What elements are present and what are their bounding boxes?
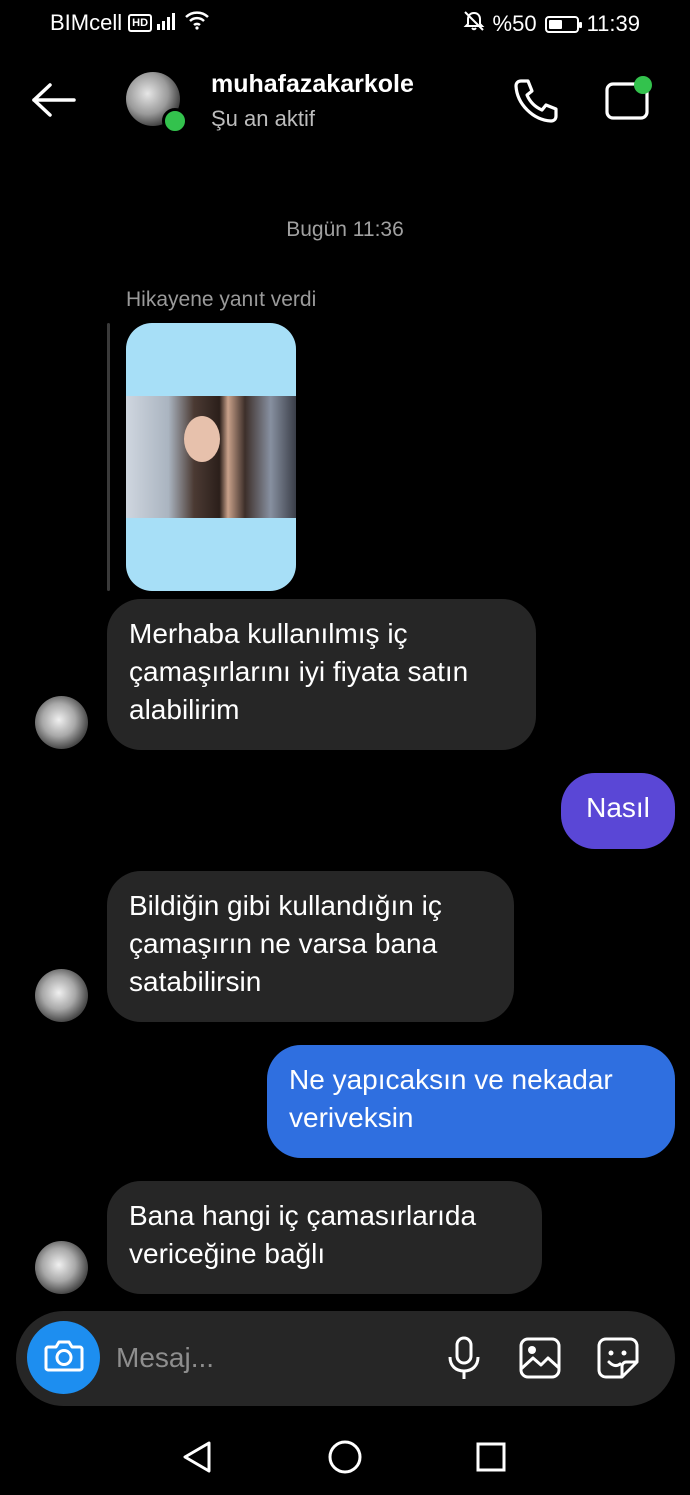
camera-icon bbox=[44, 1338, 84, 1377]
nav-home-icon[interactable] bbox=[320, 1432, 370, 1482]
wifi-icon bbox=[184, 10, 210, 36]
story-reply-caption: Hikayene yanıt verdi bbox=[126, 288, 317, 311]
back-arrow-icon[interactable] bbox=[30, 82, 78, 122]
hd-badge: HD bbox=[128, 14, 153, 32]
video-call-icon[interactable] bbox=[602, 75, 657, 123]
nav-back-icon[interactable] bbox=[172, 1432, 222, 1482]
phone-icon[interactable] bbox=[512, 77, 562, 125]
story-photo bbox=[126, 396, 296, 518]
chat-timestamp: Bugün 11:36 bbox=[286, 218, 404, 241]
microphone-icon[interactable] bbox=[441, 1334, 487, 1382]
story-reply-thumbnail[interactable] bbox=[126, 323, 296, 591]
status-right: %50 11:39 bbox=[463, 10, 640, 38]
online-indicator bbox=[162, 108, 188, 134]
status-time: 11:39 bbox=[586, 11, 640, 36]
story-reply-line bbox=[107, 323, 110, 591]
gallery-icon[interactable] bbox=[515, 1334, 565, 1382]
sender-avatar[interactable] bbox=[35, 1241, 88, 1294]
story-photo-face bbox=[184, 416, 220, 462]
battery-icon bbox=[544, 15, 582, 33]
username[interactable]: muhafazakarkole bbox=[211, 70, 414, 99]
message-bubble-sent[interactable]: Ne yapıcaksın ve nekadar veriveksin bbox=[267, 1045, 675, 1158]
message-bubble-received[interactable]: Merhaba kullanılmış iç çamaşırlarını iyi… bbox=[107, 599, 536, 750]
presence-status: Şu an aktif bbox=[211, 106, 315, 131]
sender-avatar[interactable] bbox=[35, 696, 88, 749]
battery-percent: %50 bbox=[492, 11, 537, 36]
sender-avatar[interactable] bbox=[35, 969, 88, 1022]
status-carrier: BIMcell HD bbox=[50, 10, 210, 36]
message-bubble-sent[interactable]: Nasıl bbox=[561, 773, 675, 849]
sticker-icon[interactable] bbox=[593, 1334, 643, 1382]
message-bubble-received[interactable]: Bildiğin gibi kullandığın iç çamaşırın n… bbox=[107, 871, 514, 1022]
battery-fill bbox=[548, 19, 562, 29]
message-bubble-received[interactable]: Bana hangi iç çamasırlarıda vericeğine b… bbox=[107, 1181, 542, 1294]
mute-bell-icon bbox=[463, 10, 485, 38]
message-input[interactable] bbox=[116, 1338, 416, 1378]
carrier-name: BIMcell bbox=[50, 10, 123, 35]
signal-icon bbox=[156, 10, 180, 36]
camera-button[interactable] bbox=[27, 1321, 100, 1394]
nav-recents-icon[interactable] bbox=[466, 1432, 516, 1482]
